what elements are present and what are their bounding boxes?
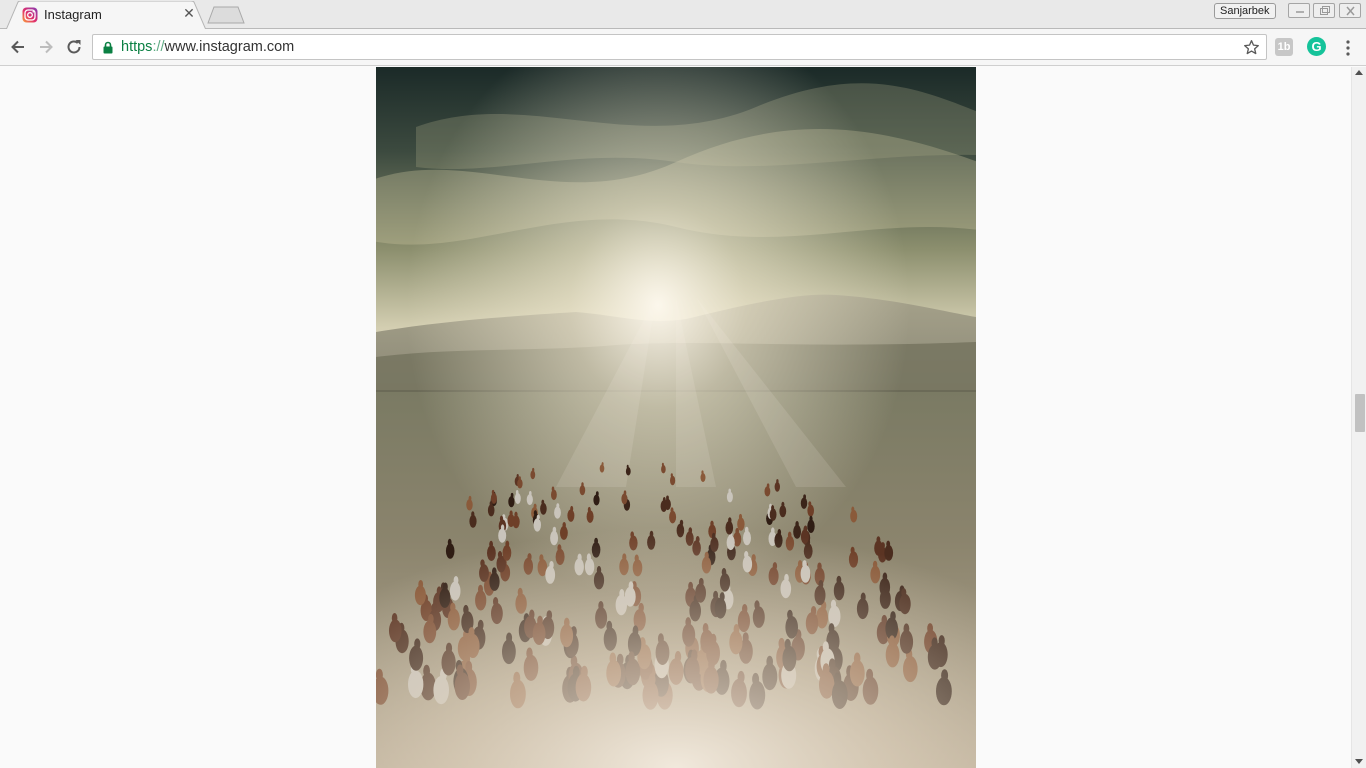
instagram-icon [22, 7, 38, 23]
address-bar[interactable]: https://www.instagram.com [92, 34, 1267, 60]
herd-of-horses-photo [376, 67, 976, 768]
bookmark-star-icon[interactable] [1243, 39, 1260, 56]
profile-button[interactable]: Sanjarbek [1214, 3, 1276, 19]
restore-button[interactable] [1313, 3, 1335, 18]
url-scheme: https [121, 39, 153, 55]
url-text[interactable]: https://www.instagram.com [121, 39, 294, 55]
minimize-icon [1296, 11, 1304, 13]
grammarly-icon[interactable]: G [1307, 37, 1326, 56]
browser-toolbar: https://www.instagram.com 1b G [0, 29, 1366, 66]
tab-strip: Instagram ✕ Sanjarbek [0, 0, 1366, 30]
new-tab-button[interactable] [207, 6, 245, 24]
menu-dots-icon[interactable] [1340, 39, 1356, 57]
lock-icon [103, 41, 113, 54]
reload-icon[interactable] [64, 37, 84, 57]
restore-icon [1320, 6, 1330, 15]
1b-extension-icon[interactable]: 1b [1275, 38, 1293, 56]
vertical-scrollbar[interactable] [1351, 67, 1366, 768]
scrollbar-thumb[interactable] [1355, 394, 1365, 432]
url-separator: :// [152, 39, 165, 55]
url-host: www.instagram.com [164, 39, 295, 55]
scroll-down-arrow-icon[interactable] [1355, 759, 1363, 764]
close-window-button[interactable] [1339, 3, 1361, 18]
tab-title: Instagram [44, 7, 102, 22]
tab-instagram[interactable]: Instagram ✕ [6, 1, 206, 30]
close-icon[interactable]: ✕ [181, 6, 197, 22]
minimize-button[interactable] [1288, 3, 1310, 18]
back-arrow-icon[interactable] [8, 37, 28, 57]
scroll-up-arrow-icon[interactable] [1355, 70, 1363, 75]
post-image[interactable] [376, 67, 976, 768]
page-content [0, 67, 1351, 768]
forward-arrow-icon[interactable] [36, 37, 56, 57]
close-window-icon [1346, 6, 1355, 16]
